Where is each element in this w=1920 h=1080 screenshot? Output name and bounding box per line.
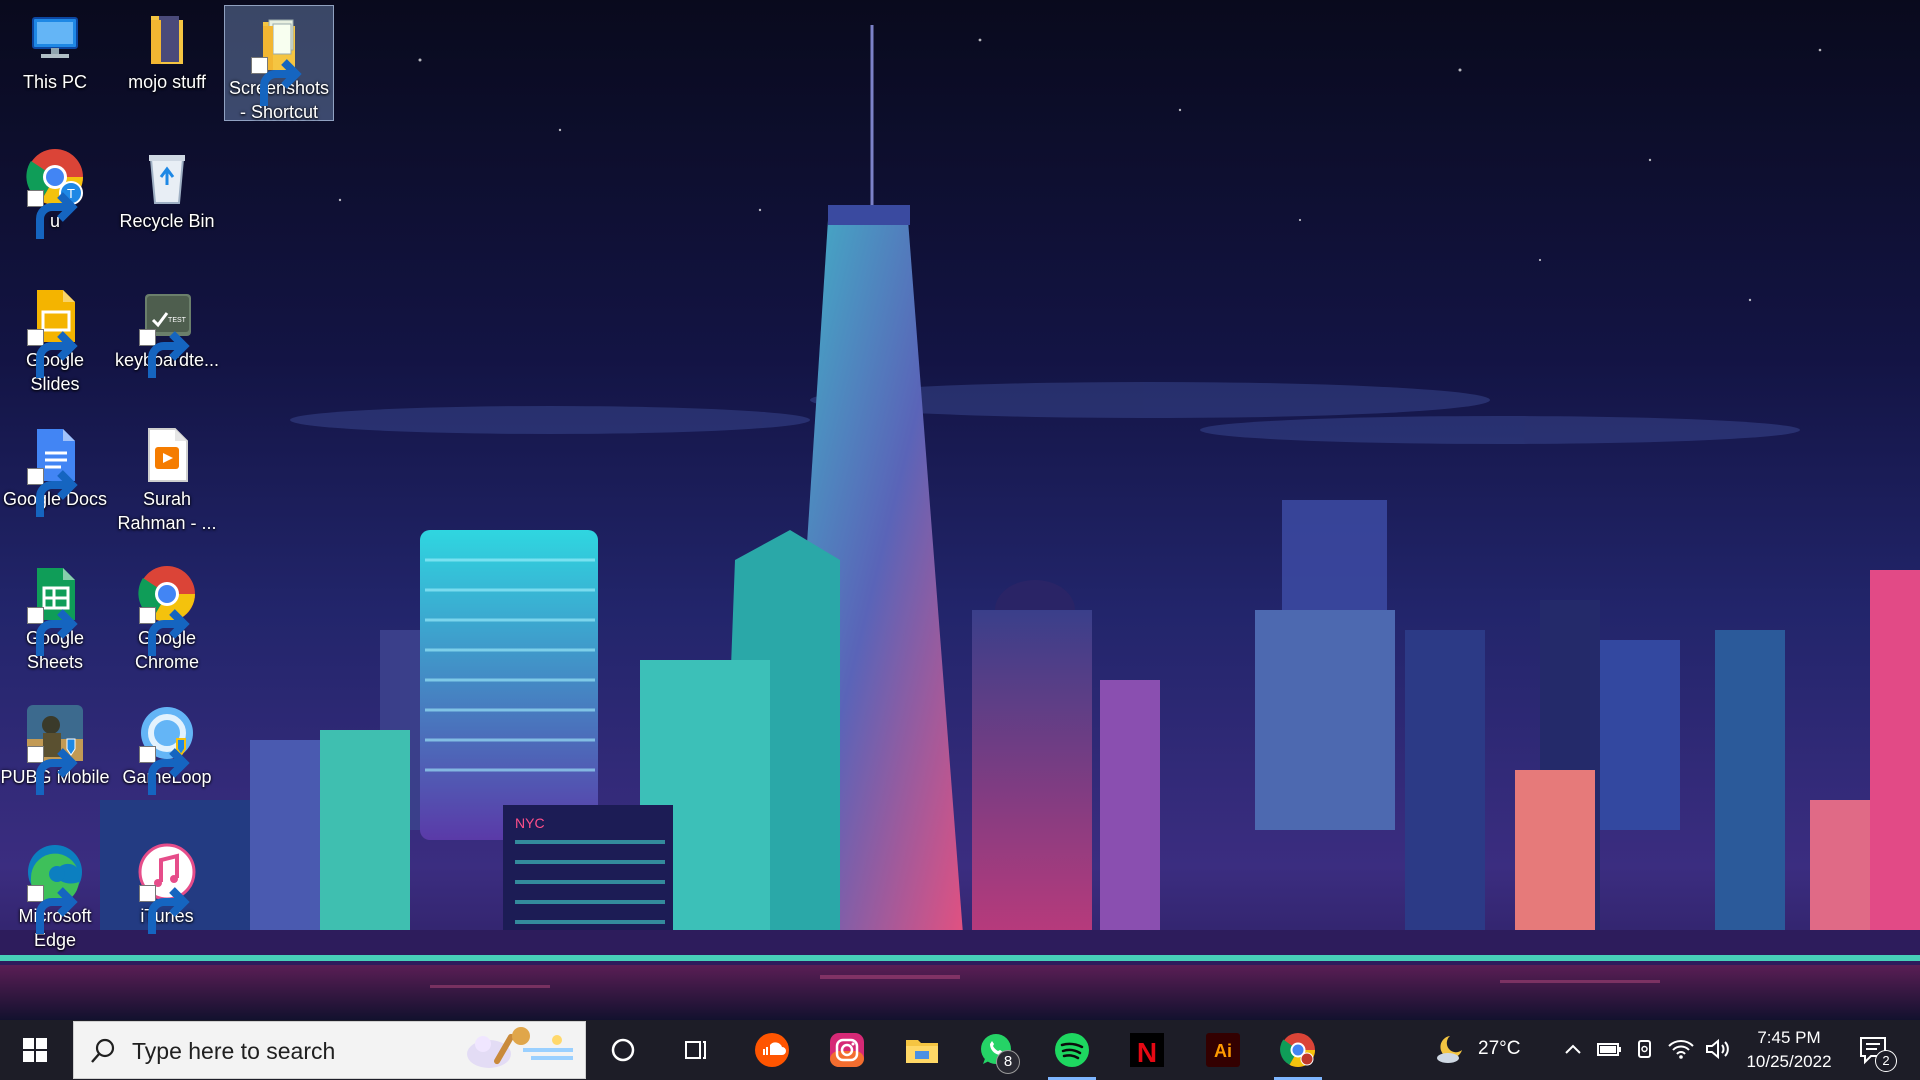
shortcut-arrow-icon [27, 329, 78, 378]
notification-count-badge: 2 [1875, 1050, 1897, 1072]
battery-icon [1597, 1043, 1621, 1056]
clock[interactable]: 7:45 PM 10/25/2022 [1735, 1024, 1843, 1076]
desktop-icon-microsoft-edge[interactable]: Microsoft Edge [0, 834, 110, 954]
device-status[interactable] [1630, 1034, 1660, 1064]
desktop-icon-mojo-stuff[interactable]: mojo stuff [112, 0, 222, 120]
search-icon [91, 1038, 115, 1063]
shortcut-arrow-icon [27, 190, 78, 239]
whatsapp-notification-badge: 8 [996, 1050, 1020, 1074]
show-hidden-icons-button[interactable] [1558, 1034, 1588, 1064]
speaker-icon [1706, 1038, 1729, 1060]
shortcut-arrow-icon [27, 746, 78, 795]
svg-text:TEST: TEST [168, 317, 187, 324]
spotify-icon [1055, 1033, 1089, 1067]
taskbar-soundcloud[interactable] [738, 1020, 806, 1080]
svg-text:N: N [1137, 1037, 1157, 1068]
moon-cloud-icon [1437, 1036, 1462, 1063]
wallpaper-nyc-sign: NYC [515, 815, 545, 831]
shortcut-arrow-icon [27, 607, 78, 656]
file-explorer-icon [906, 1040, 938, 1063]
desktop-icon-recycle-bin[interactable]: Recycle Bin [112, 139, 222, 259]
shortcut-arrow-icon [139, 607, 190, 656]
taskbar-file-explorer[interactable] [888, 1020, 956, 1080]
wallpaper-city-skyline: NYC [0, 0, 1920, 1020]
taskbar: Type here to search 8 N Ai 27°C 7:45 PM … [0, 1020, 1920, 1080]
itunes-icon [137, 842, 197, 934]
taskbar-task-view-button[interactable] [661, 1020, 729, 1080]
desktop-icon-surah-rahman[interactable]: Surah Rahman - ... [112, 417, 222, 537]
desktop-icon-this-pc[interactable]: This PC [0, 0, 110, 120]
desktop-icon-label: mojo stuff [128, 72, 206, 92]
media-file-icon [137, 425, 197, 485]
clock-time: 7:45 PM [1757, 1028, 1821, 1047]
chrome-profile-icon: T [25, 147, 85, 239]
desktop-icon-screenshots-shortcut[interactable]: Screenshots - Shortcut [224, 5, 334, 122]
google-sheets-icon [25, 564, 85, 656]
desktop-icon-keyboard-test[interactable]: TEST keyboardte... [112, 278, 222, 398]
adobe-illustrator-icon: Ai [1206, 1033, 1240, 1067]
taskbar-instagram[interactable] [813, 1020, 881, 1080]
svg-text:Ai: Ai [1214, 1041, 1232, 1061]
clock-date: 10/25/2022 [1746, 1052, 1832, 1071]
this-pc-icon [25, 8, 85, 68]
weather-widget[interactable] [1434, 1032, 1468, 1066]
desktop[interactable]: NYC This PC mojo stuff Screenshots - Sho… [0, 0, 1920, 1020]
taskbar-adobe-illustrator[interactable]: Ai [1189, 1020, 1257, 1080]
desktop-icon-u[interactable]: T u [0, 139, 110, 259]
pubg-mobile-icon [25, 703, 85, 795]
google-slides-icon [25, 286, 85, 378]
folder-shortcut-icon [249, 14, 309, 106]
taskbar-netflix[interactable]: N [1113, 1020, 1181, 1080]
gameloop-icon [137, 703, 197, 795]
desktop-icon-google-chrome[interactable]: Google Chrome [112, 556, 222, 676]
soundcloud-icon [755, 1033, 789, 1067]
instagram-icon [830, 1033, 864, 1067]
google-chrome-icon [1280, 1033, 1315, 1067]
shortcut-arrow-icon [251, 57, 302, 106]
desktop-icon-google-slides[interactable]: Google Slides [0, 278, 110, 398]
wifi-icon [1668, 1040, 1694, 1059]
task-view-icon [685, 1041, 706, 1059]
netflix-icon: N [1130, 1033, 1164, 1068]
taskbar-search-box[interactable]: Type here to search [73, 1021, 586, 1079]
taskbar-google-chrome[interactable] [1264, 1020, 1332, 1080]
recycle-bin-icon [137, 147, 197, 207]
desktop-icon-google-docs[interactable]: Google Docs [0, 417, 110, 537]
taskbar-cortana-button[interactable] [589, 1020, 657, 1080]
shortcut-arrow-icon [27, 885, 78, 934]
windows-logo-icon [23, 1038, 47, 1062]
taskbar-spotify[interactable] [1038, 1020, 1106, 1080]
google-docs-icon [25, 425, 85, 517]
weather-temperature[interactable]: 27°C [1478, 1038, 1520, 1060]
shortcut-arrow-icon [139, 329, 190, 378]
desktop-icon-pubg-mobile[interactable]: PUBG Mobile [0, 695, 110, 815]
desktop-icon-itunes[interactable]: iTunes [112, 834, 222, 954]
keyboard-test-icon: TEST [137, 286, 197, 378]
chevron-up-icon [1565, 1044, 1581, 1054]
google-chrome-icon [137, 564, 197, 656]
desktop-icon-google-sheets[interactable]: Google Sheets [0, 556, 110, 676]
device-camera-icon [1638, 1040, 1651, 1058]
microsoft-edge-icon [25, 842, 85, 934]
action-center-button[interactable]: 2 [1855, 1032, 1897, 1072]
desktop-icon-label: Surah Rahman - ... [117, 489, 217, 533]
network-status[interactable] [1666, 1034, 1696, 1064]
taskbar-whatsapp[interactable]: 8 [962, 1020, 1030, 1080]
desktop-icon-label: This PC [22, 72, 87, 92]
shortcut-arrow-icon [139, 746, 190, 795]
shortcut-arrow-icon [27, 468, 78, 517]
search-placeholder: Type here to search [132, 1038, 336, 1064]
cortana-icon [611, 1038, 635, 1062]
desktop-icon-label: Recycle Bin [119, 211, 215, 231]
shortcut-arrow-icon [139, 885, 190, 934]
desktop-icon-gameloop[interactable]: GameLoop [112, 695, 222, 815]
start-button[interactable] [0, 1020, 70, 1080]
volume-control[interactable] [1702, 1034, 1732, 1064]
folder-icon [137, 8, 197, 68]
battery-status[interactable] [1594, 1034, 1624, 1064]
search-highlight-illustration-icon [467, 1027, 573, 1068]
